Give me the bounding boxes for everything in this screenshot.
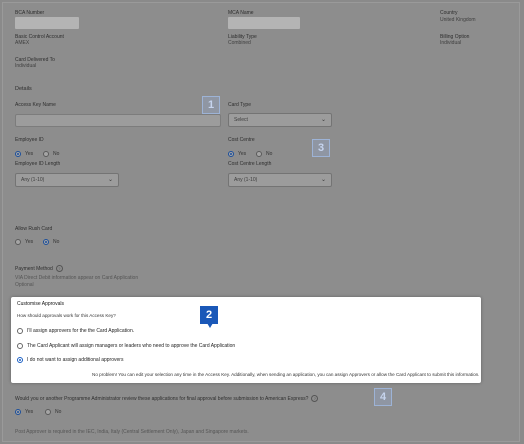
basic-control-value: AMEX bbox=[15, 40, 30, 46]
approvals-note: No problem! You can edit your selection … bbox=[92, 372, 480, 377]
help-icon[interactable]: ? bbox=[311, 395, 319, 402]
final-review-yes-label: Yes bbox=[25, 409, 34, 415]
approval-option-1-label: I'll assign approvers for the the Card A… bbox=[27, 328, 135, 334]
country-label: Country bbox=[440, 10, 458, 16]
employee-id-yes-label: Yes bbox=[25, 151, 34, 157]
approvals-question: How should approvals work for this Acces… bbox=[17, 313, 116, 318]
access-key-label: Access Key Name bbox=[15, 102, 56, 108]
badge-2: 2 bbox=[200, 306, 218, 328]
employee-id-label: Employee ID bbox=[15, 137, 44, 143]
final-review-note: Post Approver is required in the IEC, In… bbox=[15, 429, 249, 435]
approval-option-2-label: The Card Applicant will assign managers … bbox=[27, 343, 236, 349]
rush-card-no-label: No bbox=[53, 239, 60, 245]
final-review-no-label: No bbox=[55, 409, 62, 415]
employee-id-no-radio[interactable] bbox=[43, 151, 49, 157]
badge-1: 1 bbox=[202, 96, 220, 114]
rush-card-yes-radio[interactable] bbox=[15, 239, 21, 245]
payment-method-value: Optional bbox=[15, 282, 34, 288]
final-review-question: Would you or another Programme Administr… bbox=[15, 395, 319, 402]
card-type-label: Card Type bbox=[228, 102, 251, 108]
approval-option-2-radio[interactable] bbox=[17, 343, 23, 349]
employee-id-yes-radio[interactable] bbox=[15, 151, 21, 157]
cost-centre-length-value: Any (1-10) bbox=[234, 177, 258, 183]
customise-approvals-panel: Customise Approvals How should approvals… bbox=[11, 297, 481, 383]
badge-4: 4 bbox=[374, 388, 392, 406]
employee-id-length-label: Employee ID Length bbox=[15, 161, 61, 167]
cost-centre-length-select[interactable]: Any (1-10) ⌄ bbox=[228, 173, 332, 187]
card-delivered-value: Individual bbox=[15, 63, 37, 69]
final-review-yes-radio[interactable] bbox=[15, 409, 21, 415]
approvals-title: Customise Approvals bbox=[17, 301, 64, 307]
cost-centre-length-label: Cost Centre Length bbox=[228, 161, 272, 167]
bca-number-label: BCA Number bbox=[15, 10, 45, 16]
payment-method-label: Payment Method? bbox=[15, 265, 63, 272]
approval-option-3-label: I do not want to assign additional appro… bbox=[27, 357, 124, 363]
approval-option-1-radio[interactable] bbox=[17, 328, 23, 334]
final-review-no-radio[interactable] bbox=[45, 409, 51, 415]
cost-centre-no-label: No bbox=[266, 151, 273, 157]
liability-value: Combined bbox=[228, 40, 251, 46]
employee-id-no-label: No bbox=[53, 151, 60, 157]
mca-name-label: MCA Name bbox=[228, 10, 254, 16]
form-frame: BCA Number MCA Name Country United Kingd… bbox=[2, 2, 520, 442]
payment-method-note: VIA Direct Debit information appear on C… bbox=[15, 275, 139, 281]
approval-option-3-radio[interactable] bbox=[17, 357, 23, 363]
bca-number-value-redacted bbox=[15, 17, 79, 29]
payment-method-label-text: Payment Method bbox=[15, 265, 53, 272]
rush-card-label: Allow Rush Card bbox=[15, 226, 53, 232]
help-icon[interactable]: ? bbox=[55, 265, 63, 272]
card-type-select[interactable]: Select ⌄ bbox=[228, 113, 332, 127]
final-review-question-text: Would you or another Programme Administr… bbox=[15, 395, 309, 402]
cost-centre-no-radio[interactable] bbox=[256, 151, 262, 157]
chevron-down-icon: ⌄ bbox=[107, 177, 113, 183]
rush-card-no-radio[interactable] bbox=[43, 239, 49, 245]
cost-centre-yes-radio[interactable] bbox=[228, 151, 234, 157]
chevron-down-icon: ⌄ bbox=[320, 177, 326, 183]
details-heading: Details bbox=[15, 86, 32, 92]
chevron-down-icon: ⌄ bbox=[320, 117, 326, 123]
card-type-value: Select bbox=[234, 117, 248, 123]
rush-card-yes-label: Yes bbox=[25, 239, 34, 245]
country-value: United Kingdom bbox=[440, 17, 476, 23]
cost-centre-yes-label: Yes bbox=[238, 151, 247, 157]
employee-id-length-value: Any (1-10) bbox=[21, 177, 45, 183]
badge-3: 3 bbox=[312, 139, 330, 157]
employee-id-length-select[interactable]: Any (1-10) ⌄ bbox=[15, 173, 119, 187]
cost-centre-label: Cost Centre bbox=[228, 137, 255, 143]
access-key-input[interactable] bbox=[15, 114, 221, 127]
mca-name-value-redacted bbox=[228, 17, 300, 29]
billing-value: Individual bbox=[440, 40, 462, 46]
